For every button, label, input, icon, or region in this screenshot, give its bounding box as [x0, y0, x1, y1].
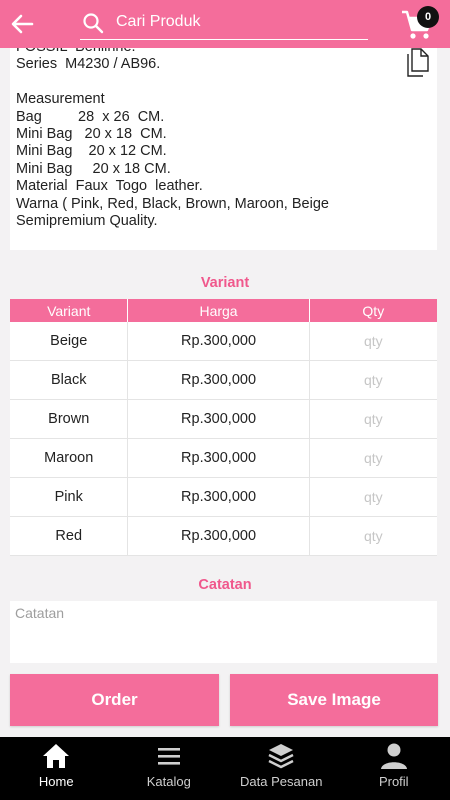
product-description-card: FOSSIL Benlinne. Series M4230 / AB96. Me… — [10, 40, 437, 250]
variant-table: Variant Harga Qty Beige Rp.300,000 Black… — [10, 299, 438, 556]
table-row: Pink Rp.300,000 — [10, 477, 438, 517]
nav-item-katalog[interactable]: Katalog — [113, 737, 226, 800]
variant-price: Rp.300,000 — [128, 517, 310, 555]
notes-textarea[interactable] — [10, 601, 437, 663]
variant-name: Black — [10, 361, 129, 399]
nav-label-data-pesanan: Data Pesanan — [240, 774, 323, 789]
bottom-navigation: Home Katalog Data Pesanan Profil — [0, 737, 450, 800]
table-row: Red Rp.300,000 — [10, 516, 438, 556]
copy-icon[interactable] — [406, 48, 430, 78]
qty-input[interactable] — [309, 360, 438, 400]
save-image-button[interactable]: Save Image — [230, 674, 438, 726]
qty-input[interactable] — [309, 321, 438, 361]
variant-name: Maroon — [10, 439, 129, 477]
variant-name: Beige — [10, 322, 129, 360]
variant-price: Rp.300,000 — [128, 322, 310, 360]
column-header-variant: Variant — [10, 299, 129, 322]
variant-price: Rp.300,000 — [128, 478, 310, 516]
variant-name: Brown — [10, 400, 129, 438]
variant-price: Rp.300,000 — [128, 400, 310, 438]
variant-name: Red — [10, 517, 129, 555]
nav-item-data-pesanan[interactable]: Data Pesanan — [225, 737, 338, 800]
cart-count-badge: 0 — [417, 6, 439, 28]
nav-label-katalog: Katalog — [146, 774, 191, 789]
variant-table-header: Variant Harga Qty — [10, 299, 437, 322]
variant-price: Rp.300,000 — [128, 439, 310, 477]
search-input[interactable] — [116, 8, 356, 36]
qty-cell — [309, 477, 438, 517]
qty-cell — [309, 360, 438, 400]
qty-input[interactable] — [309, 477, 438, 517]
qty-cell — [309, 438, 438, 478]
home-icon — [43, 744, 70, 768]
table-row: Brown Rp.300,000 — [10, 399, 438, 439]
qty-cell — [309, 516, 438, 556]
column-header-price: Harga — [128, 299, 310, 322]
table-row: Beige Rp.300,000 — [10, 321, 438, 361]
column-header-qty: Qty — [362, 302, 385, 319]
search-bar[interactable] — [80, 6, 368, 40]
variant-section-title: Variant — [200, 275, 250, 291]
back-arrow-icon[interactable] — [6, 8, 38, 40]
order-button[interactable]: Order — [10, 674, 219, 726]
menu-icon — [157, 748, 180, 765]
qty-cell — [309, 321, 438, 361]
variant-price: Rp.300,000 — [128, 361, 310, 399]
qty-input[interactable] — [309, 516, 438, 556]
nav-item-profil[interactable]: Profil — [338, 737, 450, 800]
variant-name: Pink — [10, 478, 129, 516]
qty-input[interactable] — [309, 399, 438, 439]
search-underline — [80, 38, 368, 40]
qty-cell — [309, 399, 438, 439]
nav-label-profil: Profil — [378, 774, 409, 789]
search-icon — [83, 13, 104, 34]
product-description-text: FOSSIL Benlinne. Series M4230 / AB96. Me… — [16, 40, 329, 230]
nav-item-home[interactable]: Home — [0, 737, 113, 800]
user-icon — [380, 743, 407, 769]
qty-input[interactable] — [309, 438, 438, 478]
layers-icon — [268, 744, 294, 769]
notes-section-title: Catatan — [198, 577, 252, 593]
table-row: Black Rp.300,000 — [10, 360, 438, 400]
table-row: Maroon Rp.300,000 — [10, 438, 438, 478]
nav-label-home: Home — [38, 774, 74, 789]
app-header: 0 — [0, 0, 450, 48]
